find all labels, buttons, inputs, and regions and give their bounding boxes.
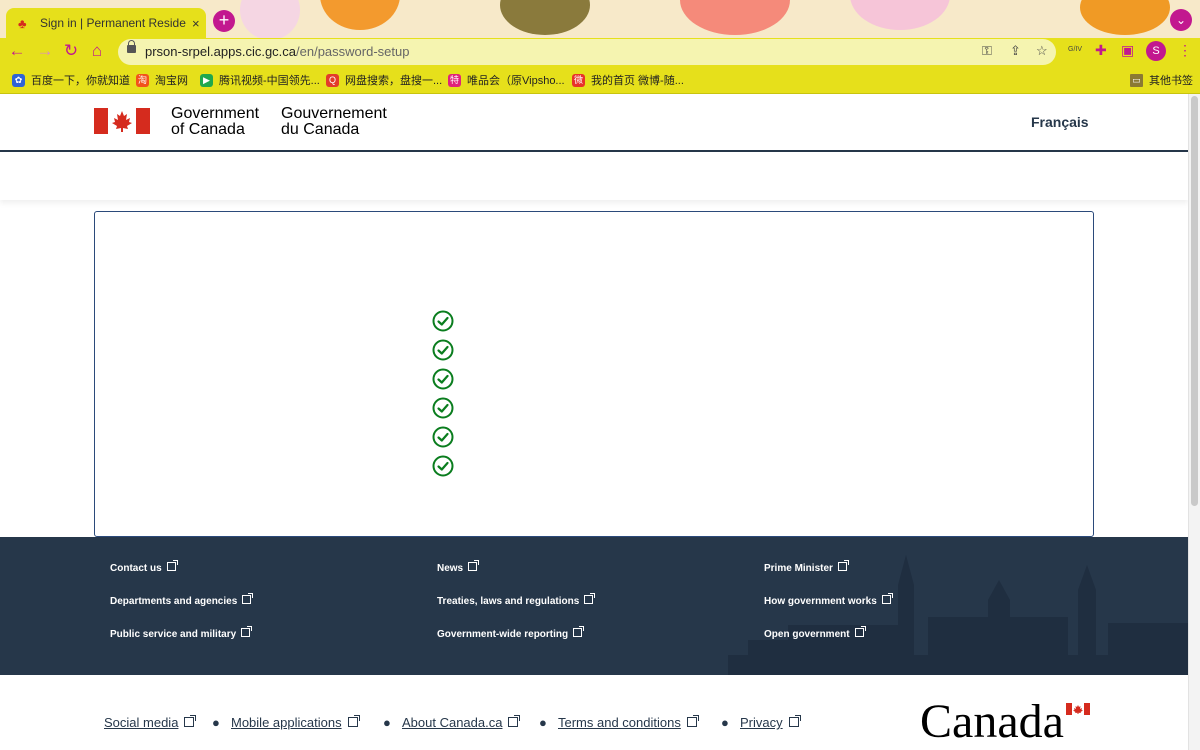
footer-link-privacy[interactable]: Privacy (740, 715, 801, 730)
header-subbar (0, 152, 1188, 200)
external-link-icon (347, 715, 360, 727)
play-icon: ▶ (200, 73, 213, 87)
forward-arrow-icon[interactable]: → (34, 40, 56, 62)
weibo-icon: 微 (572, 73, 585, 87)
other-bookmarks[interactable]: ▭ 其他书签 (1130, 72, 1193, 88)
page-scrollbar[interactable] (1188, 94, 1200, 750)
folder-icon: ▭ (1130, 73, 1143, 87)
reload-icon[interactable]: ↻ (60, 40, 82, 62)
bookmarks-bar: ✿ 百度一下，你就知道 淘淘宝网 ▶ 腾讯视频-中国领先... Q 网盘搜索，盘搜一.… (0, 66, 1200, 94)
external-link-icon (508, 715, 521, 727)
separator-dot: ● (721, 715, 729, 730)
external-link-icon (184, 715, 197, 727)
bookmark-item[interactable]: ✿ 百度一下，你就知道 (12, 72, 130, 88)
check-circle-icon (432, 397, 454, 419)
profile-avatar[interactable]: S (1146, 41, 1166, 61)
canada-flag-icon (94, 108, 150, 134)
footer-link-how-government-works[interactable]: How government works (764, 593, 893, 607)
maple-leaf-icon: ♣ (18, 15, 27, 31)
scrollbar-thumb[interactable] (1191, 96, 1198, 506)
footer-link-contact[interactable]: Contact us (110, 560, 178, 574)
separator-dot: ● (383, 715, 391, 730)
bookmark-item[interactable]: Q 网盘搜索，盘搜一... (326, 72, 442, 88)
footer-link-social-media[interactable]: Social media (104, 715, 197, 730)
canada-wordmark: Canada (920, 695, 1064, 748)
menu-dots-icon[interactable]: ⋮ (1178, 42, 1192, 59)
share-icon[interactable]: ⇪ (1010, 43, 1021, 59)
footer-link-public-service[interactable]: Public service and military (110, 626, 253, 640)
check-circle-icon (432, 455, 454, 477)
new-tab-button[interactable]: + (213, 10, 235, 32)
external-link-icon (788, 715, 801, 727)
external-link-icon (837, 560, 849, 571)
paw-icon: ✿ (12, 73, 25, 87)
lock-icon (127, 40, 136, 53)
footer-link-reporting[interactable]: Government-wide reporting (437, 626, 585, 640)
browser-tab-strip: ♣ Sign in | Permanent Residence × + ⌄ (0, 0, 1200, 38)
home-icon[interactable]: ⌂ (86, 40, 108, 62)
external-link-icon (242, 593, 254, 604)
separator-dot: ● (539, 715, 547, 730)
key-icon[interactable]: ⚿ (982, 43, 992, 59)
puzzle-icon[interactable]: ✚ (1095, 42, 1107, 59)
theme-decoration (320, 0, 400, 30)
external-link-icon (573, 626, 585, 637)
taobao-icon: 淘 (136, 73, 149, 87)
external-link-icon (881, 593, 893, 604)
search-icon: Q (326, 73, 339, 87)
star-icon[interactable]: ☆ (1036, 43, 1048, 59)
url-text: prson-srpel.apps.cic.gc.ca/en/password-s… (145, 44, 410, 59)
canada-flag-icon (1066, 703, 1090, 715)
extension-icon[interactable]: G/IV (1068, 46, 1082, 53)
footer-link-terms[interactable]: Terms and conditions (558, 715, 699, 730)
bookmark-item[interactable]: 淘淘宝网 (136, 72, 188, 88)
footer-bottom: Social media ● Mobile applications ● Abo… (0, 675, 1188, 750)
wordmark-english[interactable]: Government of Canada (171, 106, 259, 138)
check-circle-icon (432, 339, 454, 361)
footer-link-mobile-apps[interactable]: Mobile applications (231, 715, 360, 730)
language-toggle-link[interactable]: Français (1031, 114, 1089, 130)
password-setup-panel (94, 211, 1094, 537)
external-link-icon (241, 626, 253, 637)
external-link-icon (854, 626, 866, 637)
check-circle-icon (432, 426, 454, 448)
browser-tab-active[interactable]: ♣ Sign in | Permanent Residence × (6, 8, 206, 38)
tab-close-icon[interactable]: × (192, 16, 200, 31)
back-arrow-icon[interactable]: ← (6, 40, 28, 62)
external-link-icon (584, 593, 596, 604)
address-bar[interactable]: prson-srpel.apps.cic.gc.ca/en/password-s… (118, 39, 1056, 65)
vip-icon: 特 (448, 73, 461, 87)
theme-decoration (500, 0, 590, 35)
tab-search-button[interactable]: ⌄ (1170, 9, 1192, 31)
theme-decoration (850, 0, 950, 30)
bookmark-item[interactable]: 微我的首页 微博-随... (572, 72, 684, 88)
theme-decoration (680, 0, 790, 35)
wordmark-french[interactable]: Gouvernement du Canada (281, 106, 387, 138)
theme-decoration (1080, 0, 1170, 35)
footer-main: Contact us Departments and agencies Publ… (0, 537, 1188, 675)
site-header: Government of Canada Gouvernement du Can… (0, 94, 1188, 152)
external-link-icon (166, 560, 178, 571)
browser-toolbar: ← → ↻ ⌂ prson-srpel.apps.cic.gc.ca/en/pa… (0, 38, 1200, 66)
sidepanel-icon[interactable]: ▣ (1121, 42, 1134, 59)
footer-link-about-canada[interactable]: About Canada.ca (402, 715, 521, 730)
separator-dot: ● (212, 715, 220, 730)
footer-link-news[interactable]: News (437, 560, 480, 574)
footer-link-treaties[interactable]: Treaties, laws and regulations (437, 593, 596, 607)
theme-decoration (240, 0, 300, 38)
tab-title: Sign in | Permanent Residence (40, 16, 186, 30)
external-link-icon (686, 715, 699, 727)
footer-link-open-government[interactable]: Open government (764, 626, 866, 640)
footer-link-departments[interactable]: Departments and agencies (110, 593, 254, 607)
footer-link-prime-minister[interactable]: Prime Minister (764, 560, 849, 574)
check-circle-icon (432, 310, 454, 332)
external-link-icon (468, 560, 480, 571)
bookmark-item[interactable]: 特唯品会（原Vipsho... (448, 72, 565, 88)
bookmark-item[interactable]: ▶ 腾讯视频-中国领先... (200, 72, 320, 88)
check-circle-icon (432, 368, 454, 390)
